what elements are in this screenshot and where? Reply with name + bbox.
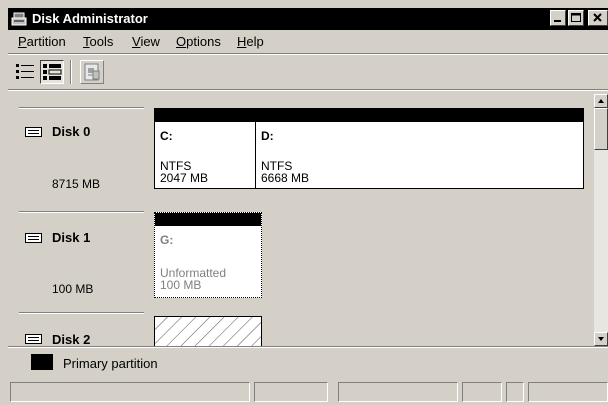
menu-partition-mnemonic: P [18,34,27,49]
menu-options-mnemonic: O [176,34,187,49]
volume-g[interactable]: G: Unformatted 100 MB [154,212,262,298]
primary-partition-bar [155,213,261,226]
menu-help-mnemonic: H [237,34,247,49]
legend-label: Primary partition [63,356,158,371]
menu-partition-label: artition [26,34,66,49]
scroll-thumb[interactable] [594,108,608,150]
disk-configuration-view-button[interactable] [40,60,64,84]
menu-tools[interactable]: Tools [83,34,113,49]
vertical-scrollbar[interactable] [594,94,608,346]
disk-drive-icon [25,334,42,344]
maximize-icon [571,13,581,22]
arrow-down-icon [598,337,604,341]
properties-button[interactable] [80,60,104,84]
menu-tools-label: ools [89,34,114,49]
menu-partition[interactable]: Partition [18,34,66,49]
disk-row[interactable]: Disk 0 8715 MB C: NTFS 2047 MB D: NTFS 6… [8,94,594,198]
volumes-view-icon [16,64,34,79]
menu-options-label: ptions [186,34,221,49]
menu-options[interactable]: Options [176,34,221,49]
status-cell [338,382,458,402]
minimize-button[interactable] [550,10,566,26]
status-cell [506,382,524,402]
disk-row[interactable]: Disk 1 100 MB G: Unformatted 100 MB [8,198,594,302]
status-bar [8,380,608,402]
disk-administrator-app-icon[interactable] [11,11,27,27]
volume-letter: G: [160,233,174,247]
menu-view[interactable]: View [132,34,160,49]
toolbar-separator [70,60,72,84]
disk-drive-icon [25,127,42,137]
volume-letter: C: [160,129,173,143]
menu-help[interactable]: Help [237,34,264,49]
minimize-icon [554,20,561,22]
volume-d[interactable]: D: NTFS 6668 MB [256,109,583,188]
disk-name: Disk 2 [52,332,91,346]
status-cell [254,382,328,402]
disk-divider [19,211,144,213]
scroll-down-button[interactable] [594,332,608,346]
disk-volume-strip: C: NTFS 2047 MB D: NTFS 6668 MB [154,108,584,189]
volume-size: 6668 MB [261,171,310,185]
close-button[interactable] [588,10,608,26]
disk-size: 8715 MB [52,177,101,191]
properties-icon [84,63,100,81]
menu-help-label: elp [246,34,264,49]
volumes-view-button[interactable] [13,60,37,84]
disk-name: Disk 0 [52,124,91,139]
title-bar[interactable]: Disk Administrator [8,8,608,30]
disk-drive-icon [25,233,42,243]
disk-map-pane[interactable]: Disk 0 8715 MB C: NTFS 2047 MB D: NTFS 6… [8,94,594,346]
volume-size: 100 MB [160,278,202,292]
disk-divider [19,107,144,109]
volume-letter: D: [261,129,274,143]
status-cell [528,382,608,402]
disk-divider [19,312,144,314]
volume-c[interactable]: C: NTFS 2047 MB [155,109,255,188]
legend: Primary partition [8,348,608,376]
disk-configuration-view-icon [43,64,62,80]
menu-view-label: iew [140,34,160,49]
disk-name: Disk 1 [52,230,91,245]
primary-partition-swatch [31,354,53,370]
close-icon [593,13,602,22]
toolbar [8,56,608,88]
toolbar-separator-line [8,89,608,91]
menu-separator [8,53,608,55]
status-cell [462,382,502,402]
scroll-up-button[interactable] [594,94,608,108]
arrow-up-icon [598,99,604,103]
window-title: Disk Administrator [32,11,148,26]
maximize-button[interactable] [568,10,584,26]
volume-size: 2047 MB [160,171,209,185]
disk-row[interactable]: Disk 2 [8,302,594,346]
free-space-block[interactable] [154,316,262,346]
menu-bar: Partition Tools View Options Help [8,31,608,51]
disk-size: 100 MB [52,282,94,296]
status-cell [10,382,250,402]
